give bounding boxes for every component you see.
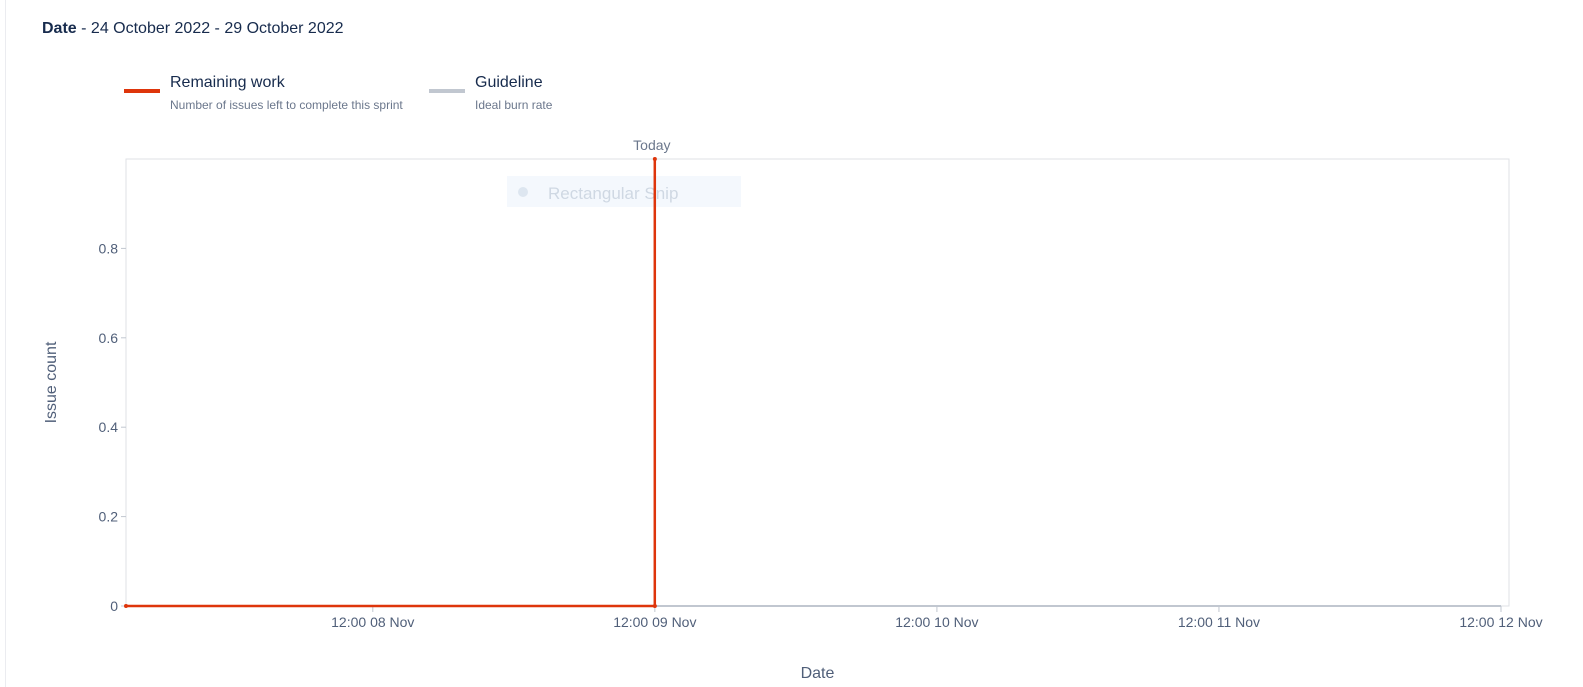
snip-overlay-dot [518, 187, 528, 197]
y-tick-label: 0.4 [99, 419, 119, 435]
y-tick-label: 0.8 [99, 240, 119, 256]
series-line-remaining-work [126, 159, 657, 608]
x-tick-label: 12:00 08 Nov [331, 614, 414, 630]
x-axis-title: Date [801, 665, 835, 682]
x-tick-label: 12:00 11 Nov [1178, 614, 1260, 630]
data-point [652, 157, 657, 161]
today-marker-label: Today [633, 137, 670, 153]
y-tick-label: 0 [110, 598, 118, 614]
y-axis-title: Issue count [43, 341, 60, 423]
burndown-chart: 0 0.2 0.4 0.6 0.8 12:00 08 Nov 12:00 09 Nov 12:… [43, 137, 1543, 682]
plot-area-border [125, 158, 1510, 607]
x-tick-label: 12:00 10 Nov [895, 614, 978, 630]
x-tick-label: 12:00 12 Nov [1459, 614, 1542, 630]
y-tick-label: 0.2 [99, 509, 119, 525]
data-point [652, 604, 657, 608]
y-tick-label: 0.6 [99, 330, 119, 346]
snip-overlay-text: Rectangular Snip [548, 184, 678, 203]
data-point [124, 604, 128, 608]
x-tick-label: 12:00 09 Nov [613, 614, 696, 630]
